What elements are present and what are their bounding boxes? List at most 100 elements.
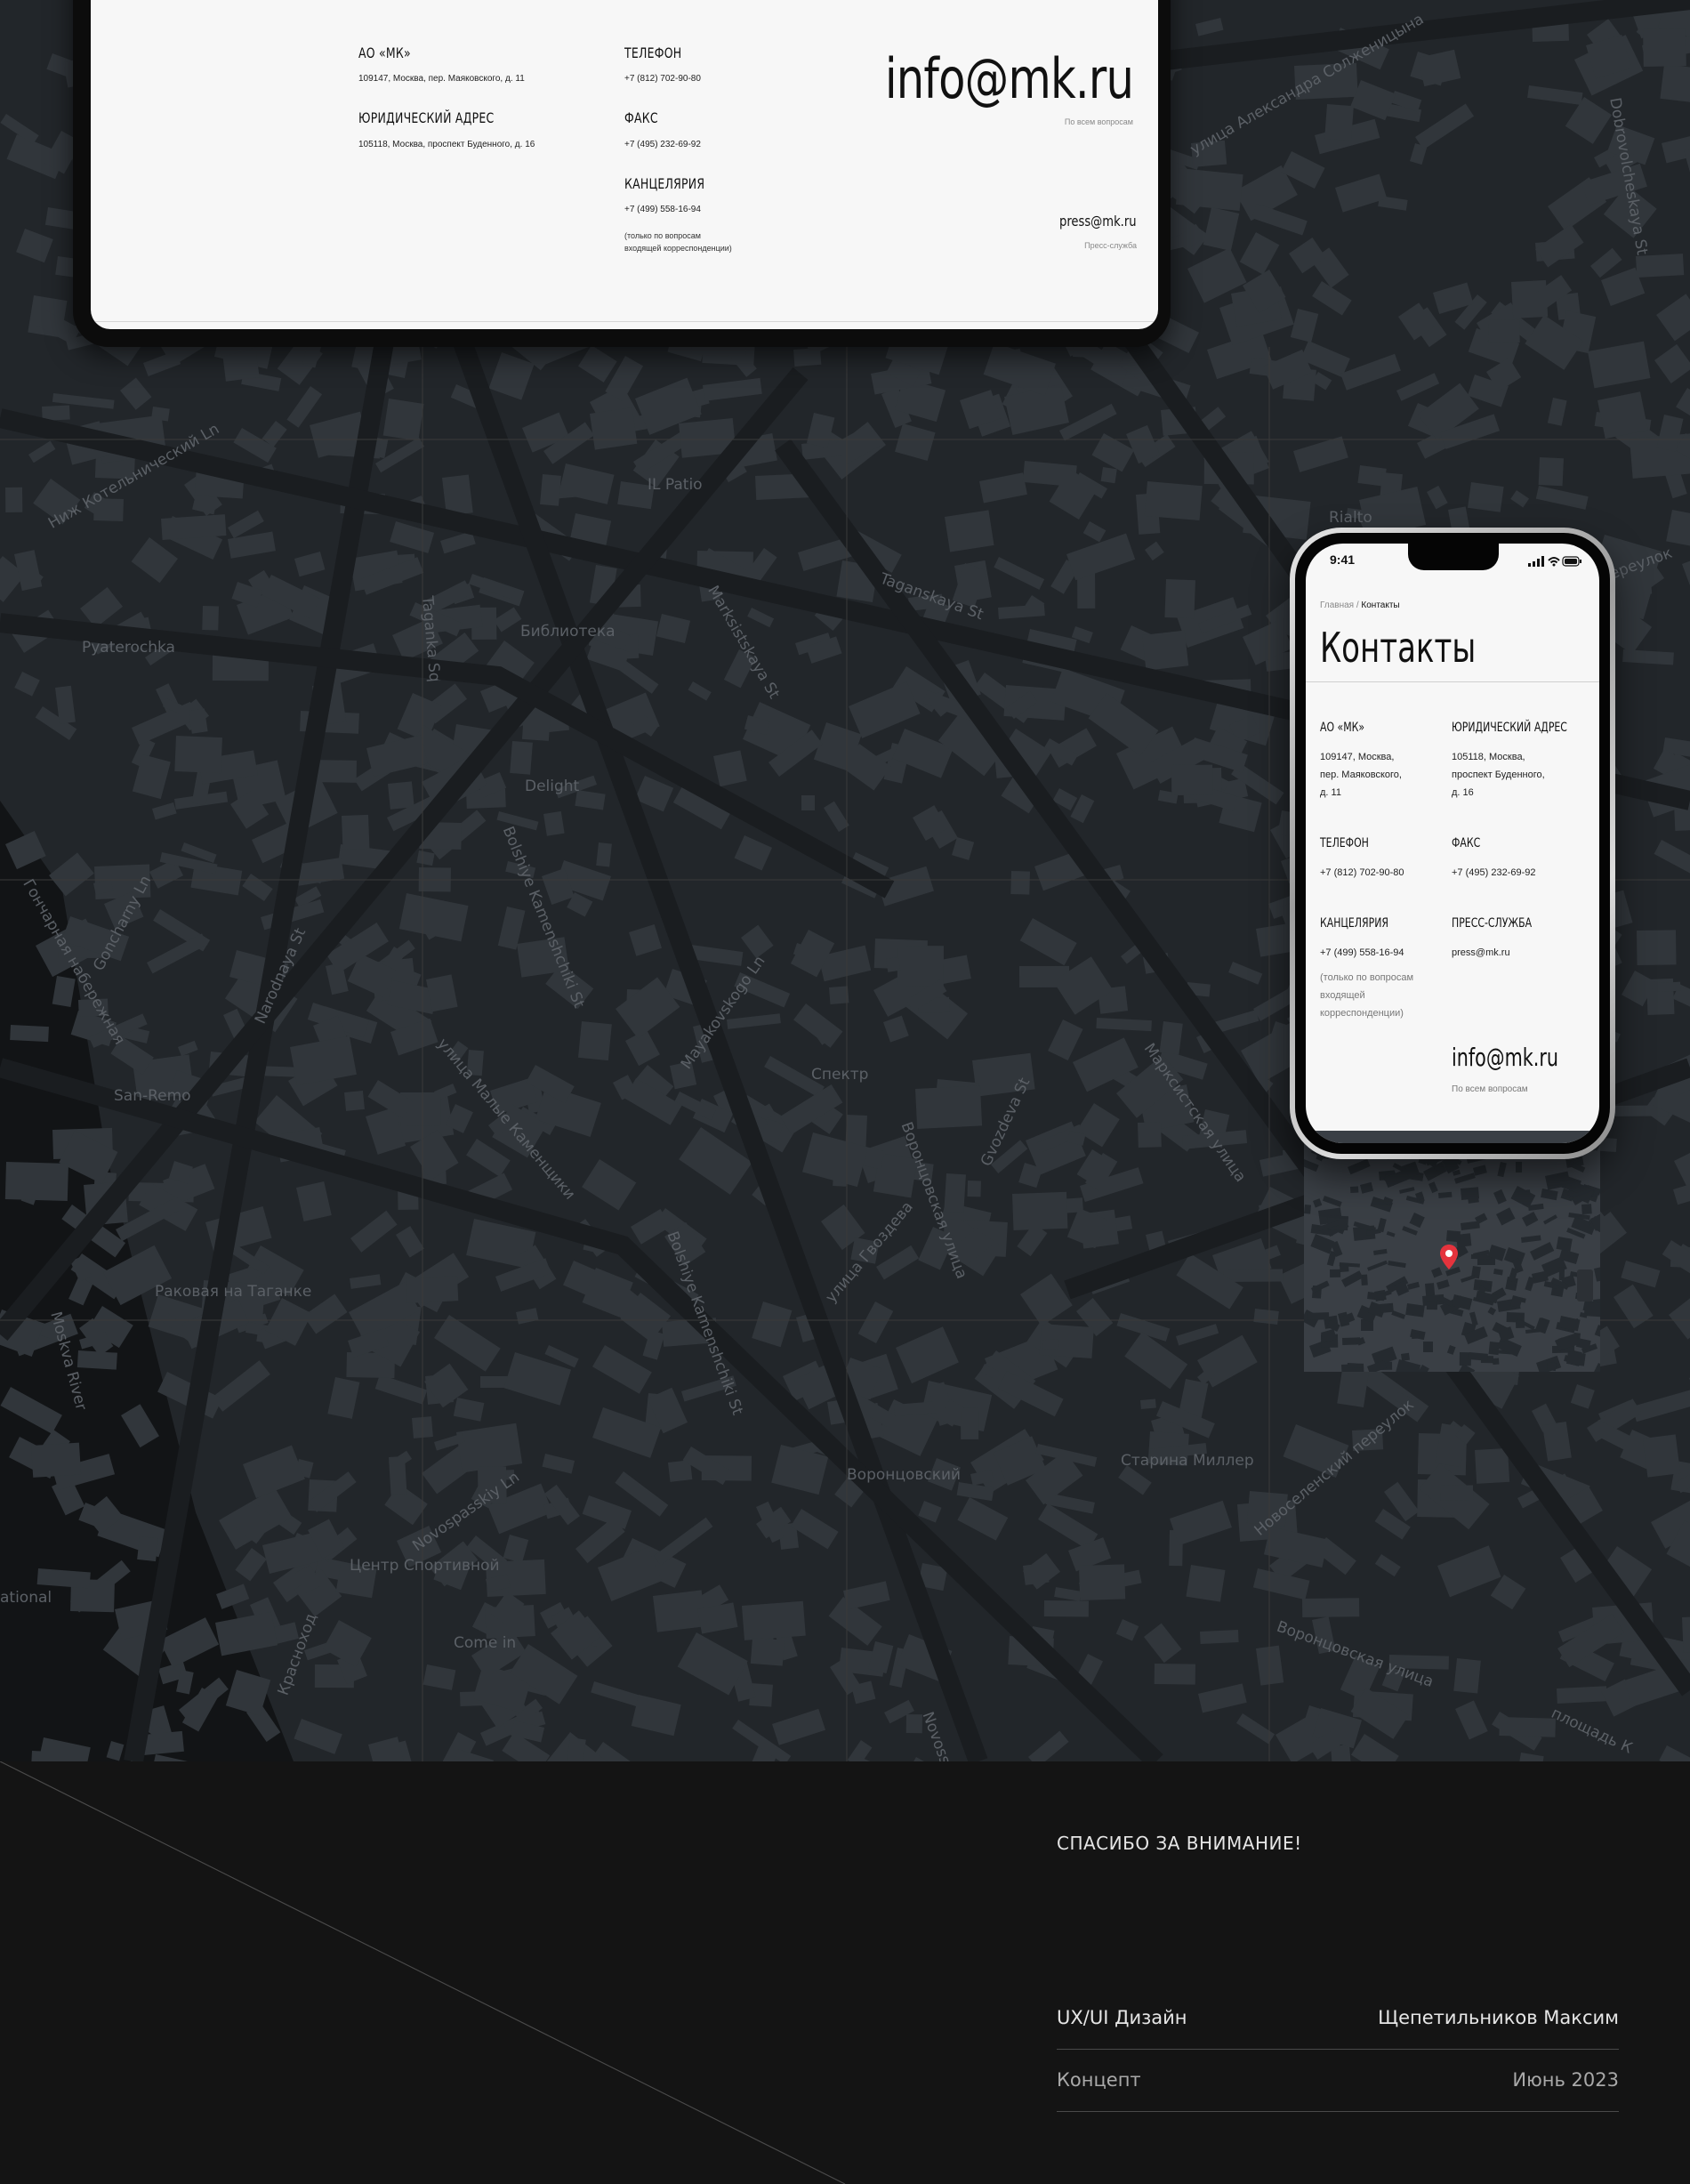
map-building bbox=[967, 1181, 981, 1197]
map-building bbox=[16, 229, 53, 263]
map-building bbox=[540, 474, 561, 506]
address-line: 109147, Москва, bbox=[1320, 752, 1395, 762]
map-building bbox=[1654, 343, 1690, 383]
map-building bbox=[957, 1497, 1009, 1541]
map-building bbox=[1293, 436, 1348, 472]
map-building bbox=[747, 608, 775, 628]
map-building bbox=[147, 933, 208, 974]
map-building bbox=[1042, 1339, 1059, 1350]
map-building bbox=[1522, 1211, 1539, 1227]
map-building bbox=[76, 1350, 117, 1370]
map-building bbox=[1570, 1384, 1595, 1409]
main-email-link[interactable]: info@mk.ru bbox=[885, 46, 1134, 111]
map-building bbox=[857, 1301, 894, 1344]
map-building bbox=[1657, 981, 1681, 992]
map-building bbox=[79, 586, 123, 629]
map-building bbox=[895, 423, 936, 462]
map-building bbox=[1546, 1362, 1557, 1372]
breadcrumb-home-link[interactable]: Главная bbox=[1320, 600, 1354, 610]
company-address: 109147, Москва, пер. Маяковского, д. 11 bbox=[1320, 748, 1402, 802]
map-building bbox=[1082, 521, 1107, 543]
map-building bbox=[629, 924, 663, 956]
map-building bbox=[1493, 1358, 1500, 1365]
map-building bbox=[1176, 1324, 1219, 1346]
map-building bbox=[631, 1695, 681, 1737]
map-building bbox=[1028, 1730, 1069, 1761]
map-building bbox=[1145, 541, 1164, 561]
map-building bbox=[28, 440, 56, 463]
map-building bbox=[1054, 1587, 1082, 1601]
map-building bbox=[1661, 135, 1690, 164]
map-building bbox=[296, 1181, 332, 1222]
map-building bbox=[1566, 1351, 1586, 1366]
status-time: 9:41 bbox=[1330, 552, 1356, 567]
map-building bbox=[1171, 764, 1213, 795]
map-building bbox=[1541, 1189, 1558, 1201]
phone-value[interactable]: +7 (812) 702-90-80 bbox=[1320, 864, 1404, 882]
fax-heading: ФАКС bbox=[1452, 836, 1481, 850]
map-building bbox=[1360, 1181, 1374, 1194]
legal-address: 105118, Москва, проспект Буденного, д. 1… bbox=[1452, 748, 1545, 802]
map-building bbox=[453, 1398, 485, 1422]
map-building bbox=[1530, 1242, 1555, 1261]
map-building bbox=[1304, 1159, 1319, 1173]
map-building bbox=[1659, 1745, 1690, 1761]
map-building bbox=[1656, 294, 1690, 342]
map-label: Delight bbox=[525, 778, 580, 795]
address-line: проспект Буденного, bbox=[1452, 770, 1545, 780]
address-line: д. 16 bbox=[1452, 787, 1474, 798]
office-value[interactable]: +7 (499) 558-16-94 bbox=[624, 205, 701, 214]
map-building bbox=[1535, 486, 1589, 510]
map-building bbox=[1516, 1320, 1525, 1328]
map-building bbox=[1396, 373, 1440, 401]
map-building bbox=[510, 741, 533, 775]
map-building bbox=[1590, 247, 1622, 278]
map-building bbox=[961, 1407, 979, 1439]
map-building bbox=[1335, 173, 1388, 213]
footer-diagonal-line bbox=[0, 1761, 846, 2184]
map-building bbox=[1453, 1658, 1481, 1694]
zoom-controls[interactable] bbox=[1577, 1269, 1593, 1302]
main-email-caption: По всем вопросам bbox=[1064, 117, 1133, 126]
location-pin-icon[interactable] bbox=[1439, 1244, 1459, 1270]
credits-divider bbox=[1057, 2049, 1619, 2050]
map-building bbox=[1251, 204, 1308, 236]
map-building bbox=[374, 1374, 428, 1405]
map-building bbox=[455, 1422, 523, 1473]
map-building bbox=[734, 835, 773, 871]
map-building bbox=[189, 708, 208, 734]
map-building bbox=[212, 1360, 270, 1412]
map-building bbox=[1439, 1485, 1474, 1501]
map-building bbox=[1342, 1337, 1361, 1345]
fax-value: +7 (495) 232-69-92 bbox=[624, 140, 701, 149]
map-building bbox=[713, 750, 747, 787]
map-building bbox=[367, 1737, 404, 1761]
map-building bbox=[577, 345, 617, 383]
phone-value[interactable]: +7 (812) 702-90-80 bbox=[624, 74, 701, 84]
map-building bbox=[1669, 1277, 1690, 1340]
legal-address: 105118, Москва, проспект Буденного, д. 1… bbox=[358, 140, 535, 149]
map-building bbox=[174, 736, 222, 774]
address-line: пер. Маяковского, bbox=[1320, 770, 1402, 780]
map-building bbox=[1115, 1619, 1139, 1641]
map-building bbox=[1446, 1345, 1456, 1355]
main-email-link[interactable]: info@mk.ru bbox=[1452, 1043, 1558, 1072]
map-building bbox=[1490, 1574, 1526, 1610]
page-title: Контакты bbox=[1320, 624, 1477, 672]
map-building bbox=[286, 386, 323, 428]
map-building bbox=[1144, 1623, 1182, 1664]
map-building bbox=[1497, 1162, 1507, 1178]
map-building bbox=[152, 802, 177, 820]
map-building bbox=[1445, 1230, 1461, 1243]
press-email-link[interactable]: press@mk.ru bbox=[1452, 944, 1510, 962]
map-building bbox=[416, 850, 435, 866]
map-building bbox=[294, 552, 326, 577]
map-building bbox=[1159, 1021, 1183, 1055]
map-building bbox=[727, 1013, 781, 1029]
press-email-link[interactable]: press@mk.ru bbox=[1059, 213, 1137, 230]
map-building bbox=[1118, 1464, 1152, 1495]
map-building bbox=[119, 377, 152, 410]
office-value[interactable]: +7 (499) 558-16-94 bbox=[1320, 944, 1404, 962]
office-heading: КАНЦЕЛЯРИЯ bbox=[1320, 916, 1388, 931]
wifi-icon bbox=[1548, 557, 1560, 567]
